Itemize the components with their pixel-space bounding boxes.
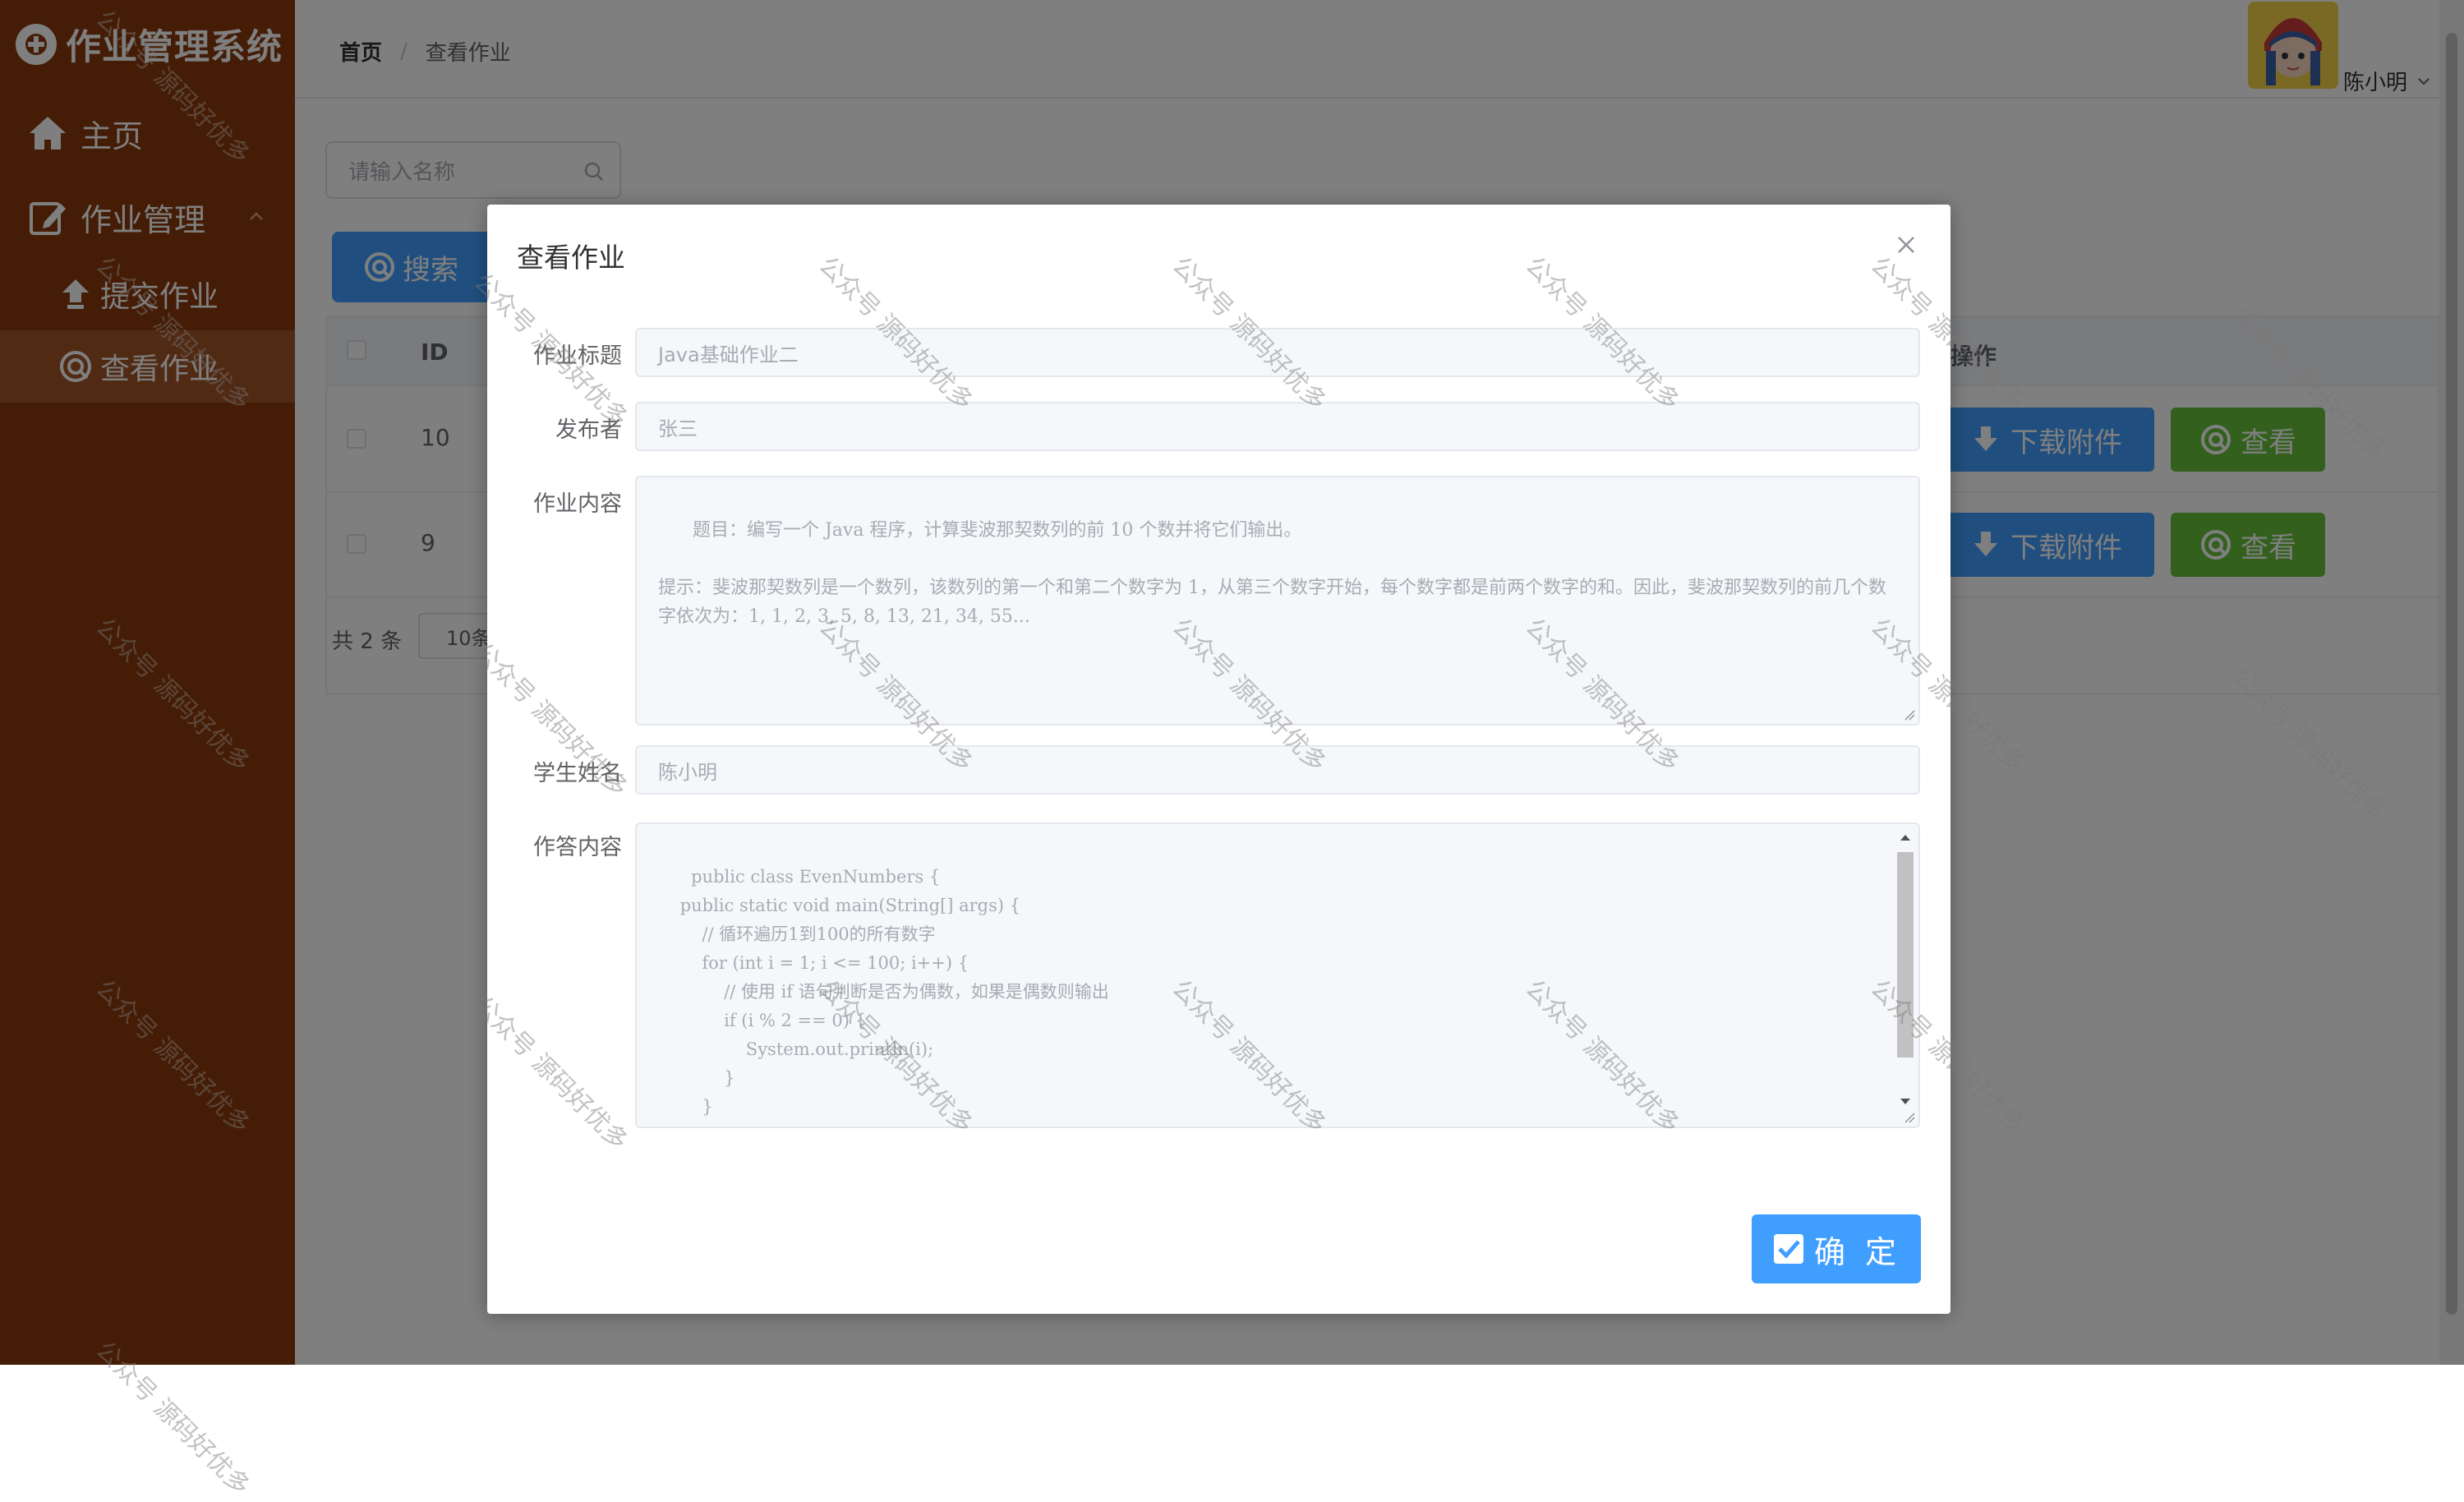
publisher-value: 张三 (658, 417, 698, 440)
field-label-answer: 作答内容 (533, 835, 622, 860)
check-square-icon (1773, 1234, 1803, 1264)
view-homework-dialog: 查看作业 作业标题 Java基础作业二 发布者 张三 作业内容 题目：编写一个 … (487, 205, 1950, 1314)
field-label-title: 作业标题 (533, 343, 622, 369)
scroll-down-icon[interactable] (1899, 1097, 1912, 1107)
publisher-field[interactable]: 张三 (635, 402, 1920, 451)
title-value: Java基础作业二 (658, 343, 799, 366)
content-textarea[interactable]: 题目：编写一个 Java 程序，计算斐波那契数列的前 10 个数并将它们输出。 … (635, 476, 1920, 726)
title-field[interactable]: Java基础作业二 (635, 328, 1920, 377)
dialog-title: 查看作业 (517, 242, 625, 274)
scrollbar-thumb[interactable] (1897, 852, 1914, 1057)
scroll-up-icon[interactable] (1899, 832, 1912, 842)
student-value: 陈小明 (658, 760, 717, 784)
answer-value: public class EvenNumbers { public static… (679, 867, 1109, 1126)
answer-scrollbar[interactable] (1894, 827, 1917, 1107)
answer-textarea[interactable]: public class EvenNumbers { public static… (635, 822, 1920, 1128)
close-icon[interactable] (1894, 233, 1918, 257)
field-label-student: 学生姓名 (533, 761, 622, 786)
field-label-publisher: 发布者 (555, 417, 622, 443)
confirm-button[interactable]: 确 定 (1752, 1214, 1921, 1283)
app-root: 作业管理系统 主页 作业管理 提交作业 (0, 0, 2464, 1501)
student-field[interactable]: 陈小明 (635, 745, 1920, 795)
resize-handle-icon[interactable] (1904, 709, 1915, 721)
resize-handle-icon[interactable] (1904, 1112, 1915, 1123)
field-label-content: 作业内容 (533, 491, 622, 517)
confirm-button-label: 确 定 (1813, 1233, 1902, 1270)
content-value: 题目：编写一个 Java 程序，计算斐波那契数列的前 10 个数并将它们输出。 … (658, 520, 1886, 627)
